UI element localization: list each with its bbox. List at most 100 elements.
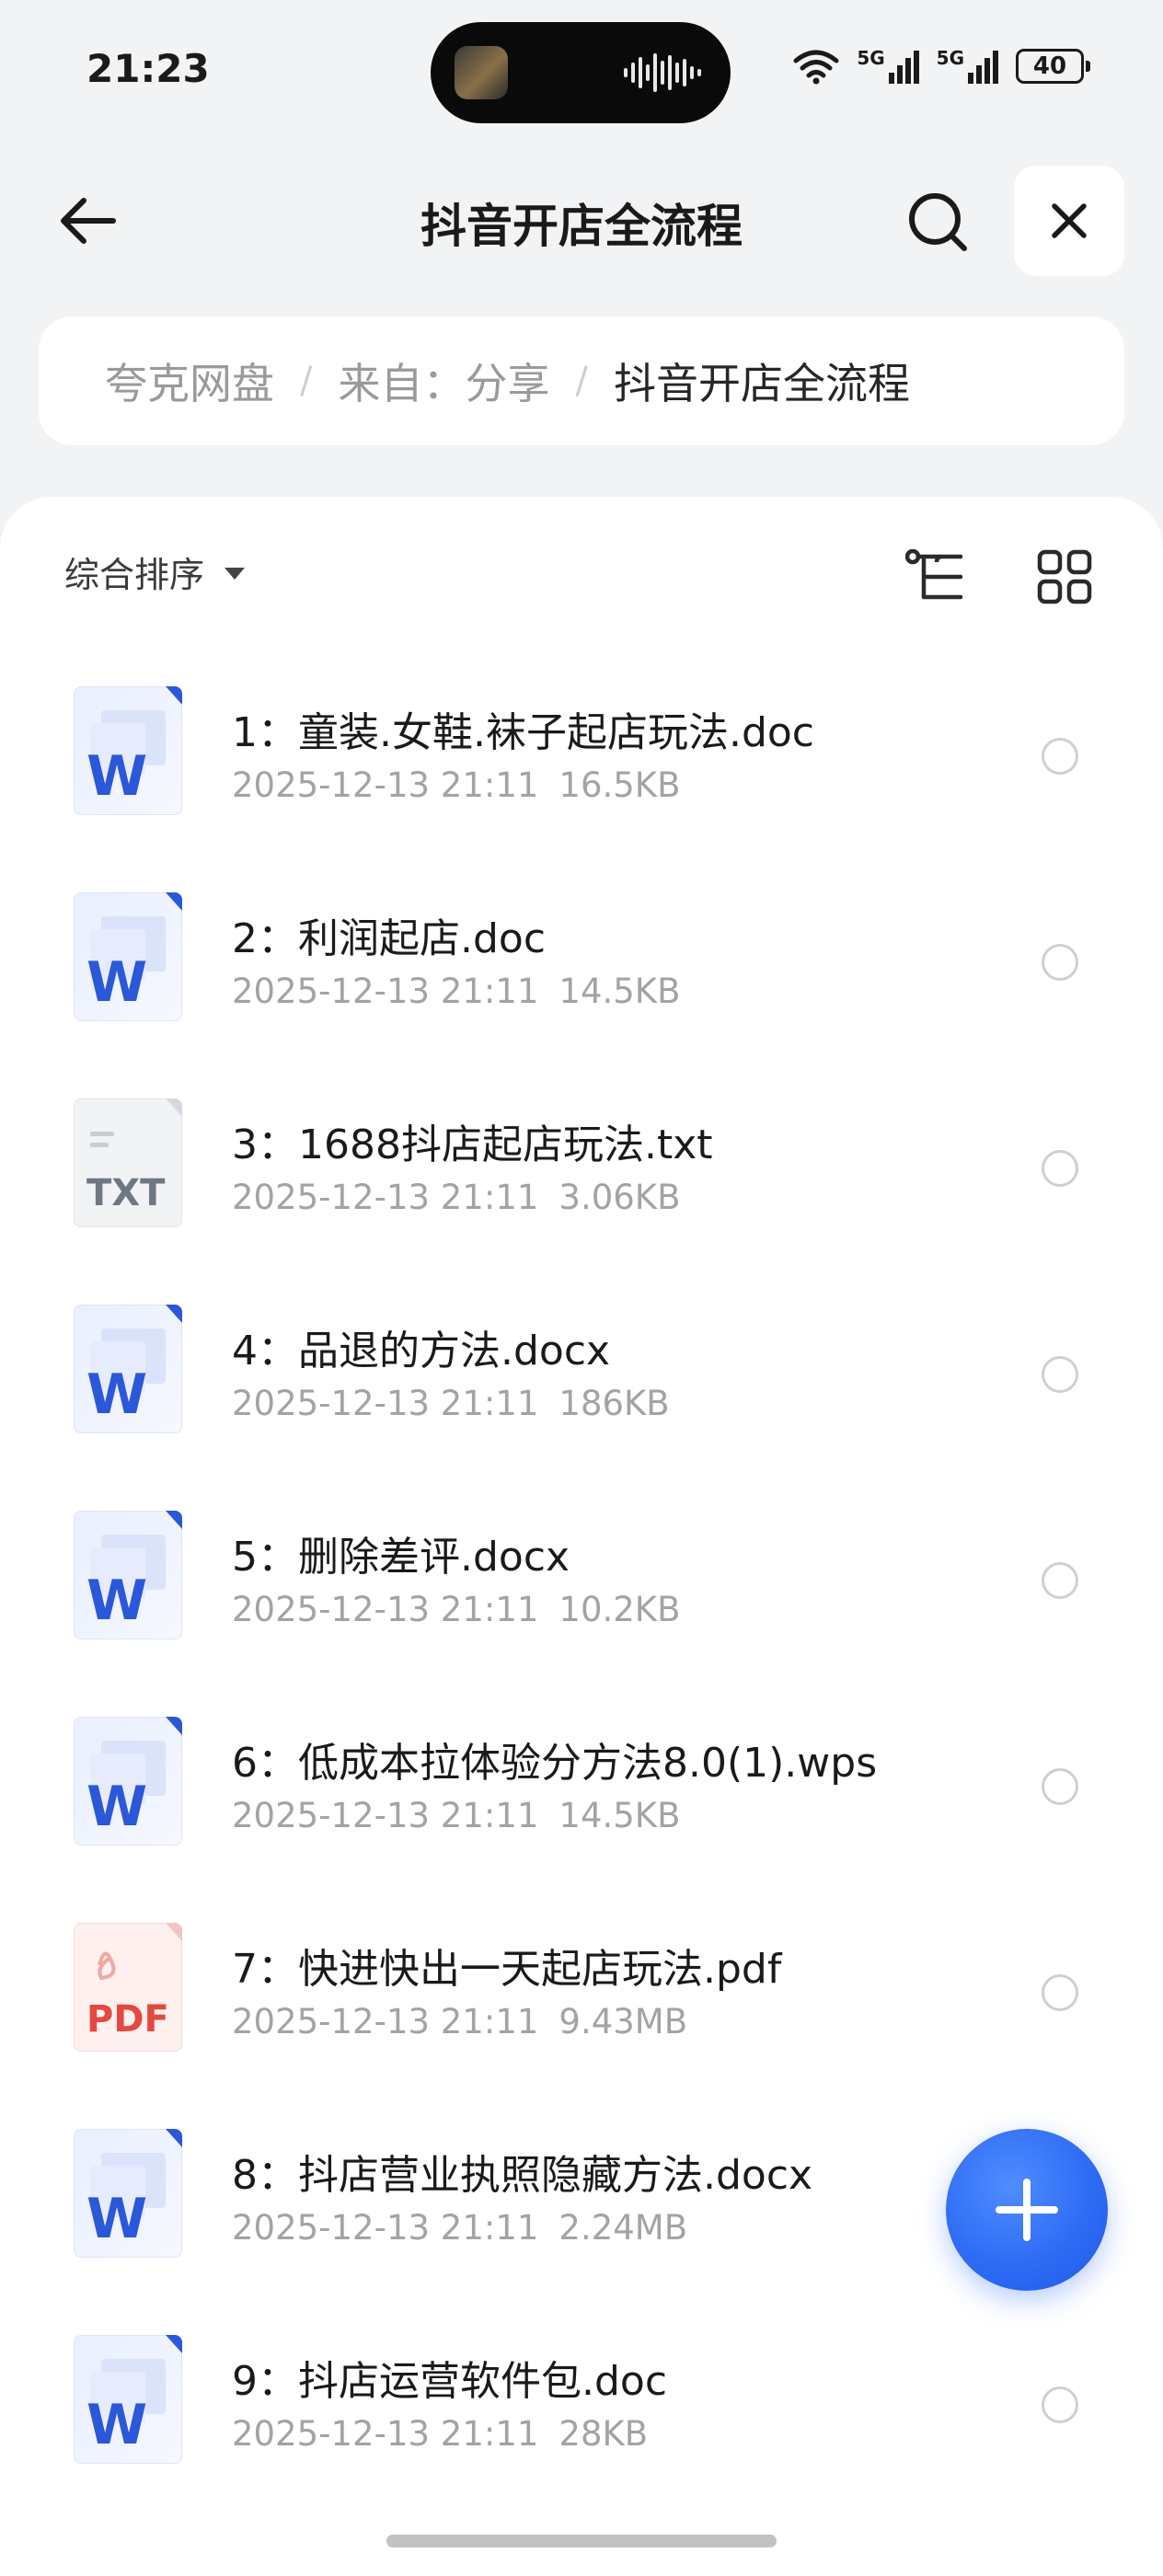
cell-signal-2: 5G xyxy=(937,49,999,84)
file-name: 1：童装.女鞋.袜子起店玩法.doc xyxy=(232,709,814,756)
word-doc-icon: W xyxy=(74,1717,182,1846)
file-date: 2025-12-13 21:11 xyxy=(232,1796,539,1835)
breadcrumb-separator: / xyxy=(575,360,588,402)
file-meta: 2025-12-13 21:11 14.5KB xyxy=(232,1796,680,1835)
file-type-badge: W xyxy=(86,1569,147,1633)
file-name: 6：低成本拉体验分方法8.0(1).wps xyxy=(232,1740,878,1787)
breadcrumb-item-share[interactable]: 来自：分享 xyxy=(338,351,549,411)
file-row[interactable]: TXT 3：1688抖店起店玩法.txt 2025-12-13 21:11 3.06K… xyxy=(0,1062,1163,1268)
word-doc-icon: W xyxy=(74,892,182,1021)
cell-signal-1: 5G xyxy=(857,49,919,84)
file-date: 2025-12-13 21:11 xyxy=(232,1178,539,1217)
search-button[interactable] xyxy=(898,182,979,263)
word-doc-icon: W xyxy=(74,2129,182,2258)
file-meta: 2025-12-13 21:11 186KB xyxy=(232,1384,670,1423)
battery-indicator: 40 xyxy=(1016,49,1090,84)
network-type-1: 5G xyxy=(857,47,885,69)
plus-icon xyxy=(996,2179,1058,2241)
file-row[interactable]: W 6：低成本拉体验分方法8.0(1).wps 2025-12-13 21:11 14… xyxy=(0,1680,1163,1886)
file-meta: 2025-12-13 21:11 16.5KB xyxy=(232,765,680,805)
file-type-badge: PDF xyxy=(86,1998,169,2041)
audio-wave-icon xyxy=(624,53,701,92)
file-size: 28KB xyxy=(558,2414,649,2454)
breadcrumb-separator: / xyxy=(300,360,313,402)
pdf-file-icon: PDF xyxy=(74,1923,182,2052)
file-date: 2025-12-13 21:11 xyxy=(232,972,539,1011)
file-size: 16.5KB xyxy=(558,765,681,805)
battery-level: 40 xyxy=(1032,52,1067,80)
file-date: 2025-12-13 21:11 xyxy=(232,2414,539,2454)
file-name: 3：1688抖店起店玩法.txt xyxy=(232,1121,713,1168)
file-size: 14.5KB xyxy=(558,972,681,1011)
file-name: 8：抖店营业执照隐藏方法.docx xyxy=(232,2152,813,2199)
txt-file-icon: TXT xyxy=(74,1098,182,1227)
word-doc-icon: W xyxy=(74,2335,182,2464)
caret-down-icon xyxy=(225,568,246,580)
file-size: 14.5KB xyxy=(558,1796,681,1835)
file-row[interactable]: PDF 7：快进快出一天起店玩法.pdf 2025-12-13 21:11 9.43M… xyxy=(0,1886,1163,2092)
breadcrumb: 夸克网盘 / 来自：分享 / 抖音开店全流程 xyxy=(39,316,1124,445)
file-date: 2025-12-13 21:11 xyxy=(232,765,539,805)
file-name: 9：抖店运营软件包.doc xyxy=(232,2358,668,2405)
file-type-badge: W xyxy=(86,2187,147,2251)
word-doc-icon: W xyxy=(74,686,182,815)
tree-view-icon xyxy=(905,549,963,600)
select-checkbox[interactable] xyxy=(1042,944,1078,981)
select-checkbox[interactable] xyxy=(1042,2386,1078,2423)
home-indicator[interactable] xyxy=(386,2535,777,2547)
network-type-2: 5G xyxy=(936,47,964,69)
breadcrumb-item-root[interactable]: 夸克网盘 xyxy=(105,351,274,411)
sort-label: 综合排序 xyxy=(64,555,205,595)
add-button[interactable] xyxy=(946,2129,1108,2291)
file-type-badge: TXT xyxy=(86,1172,166,1214)
file-meta: 2025-12-13 21:11 9.43MB xyxy=(232,2002,687,2041)
file-row[interactable]: W 2：利润起店.doc 2025-12-13 21:11 14.5KB xyxy=(0,856,1163,1062)
file-row[interactable]: W 4：品退的方法.docx 2025-12-13 21:11 186KB xyxy=(0,1268,1163,1474)
tree-view-button[interactable] xyxy=(902,541,973,613)
file-meta: 2025-12-13 21:11 10.2KB xyxy=(232,1590,680,1629)
grid-view-button[interactable] xyxy=(1029,541,1100,613)
file-row[interactable]: W 1：童装.女鞋.袜子起店玩法.doc 2025-12-13 21:11 16.5K… xyxy=(0,650,1163,856)
media-thumbnail xyxy=(455,46,508,99)
close-button[interactable] xyxy=(1014,166,1124,276)
file-name: 4：品退的方法.docx xyxy=(232,1328,611,1374)
file-date: 2025-12-13 21:11 xyxy=(232,1590,539,1629)
file-meta: 2025-12-13 21:11 28KB xyxy=(232,2414,648,2454)
close-icon xyxy=(1052,203,1087,238)
file-row[interactable]: W 9：抖店运营软件包.doc 2025-12-13 21:11 28KB xyxy=(0,2298,1163,2504)
page-title: 抖音开店全流程 xyxy=(420,200,743,253)
sort-dropdown[interactable]: 综合排序 xyxy=(64,546,246,597)
wifi-icon xyxy=(793,50,839,85)
word-doc-icon: W xyxy=(74,1511,182,1639)
sort-toolbar: 综合排序 xyxy=(0,497,1163,644)
screen: 21:23 5G 5G 40 抖音开店全流程 夸克网盘 / 来自：分享 / 抖音… xyxy=(0,0,1163,2576)
file-size: 2.24MB xyxy=(558,2208,688,2248)
file-size: 9.43MB xyxy=(558,2002,688,2041)
signal-bars-icon xyxy=(968,51,998,84)
file-size: 3.06KB xyxy=(558,1178,681,1217)
file-name: 2：利润起店.doc xyxy=(232,915,547,962)
dynamic-island[interactable] xyxy=(431,22,731,123)
status-time: 21:23 xyxy=(86,46,210,91)
file-size: 186KB xyxy=(558,1384,670,1423)
file-type-badge: W xyxy=(86,950,147,1015)
select-checkbox[interactable] xyxy=(1042,1150,1078,1187)
grid-view-icon xyxy=(1037,549,1092,604)
select-checkbox[interactable] xyxy=(1042,1768,1078,1805)
file-name: 7：快进快出一天起店玩法.pdf xyxy=(232,1946,782,1993)
file-row[interactable]: W 5：删除差评.docx 2025-12-13 21:11 10.2KB xyxy=(0,1474,1163,1680)
file-type-badge: W xyxy=(86,744,147,809)
select-checkbox[interactable] xyxy=(1042,1356,1078,1393)
select-checkbox[interactable] xyxy=(1042,1562,1078,1599)
word-doc-icon: W xyxy=(74,1305,182,1433)
select-checkbox[interactable] xyxy=(1042,1974,1078,2011)
file-type-badge: W xyxy=(86,2393,147,2457)
file-size: 10.2KB xyxy=(558,1590,681,1629)
file-type-badge: W xyxy=(86,1775,147,1839)
file-meta: 2025-12-13 21:11 14.5KB xyxy=(232,972,680,1011)
breadcrumb-item-current: 抖音开店全流程 xyxy=(613,359,910,408)
select-checkbox[interactable] xyxy=(1042,738,1078,775)
status-indicators: 5G 5G 40 xyxy=(792,48,1090,85)
app-header: 抖音开店全流程 xyxy=(0,156,1163,285)
file-name: 5：删除差评.docx xyxy=(232,1534,570,1581)
